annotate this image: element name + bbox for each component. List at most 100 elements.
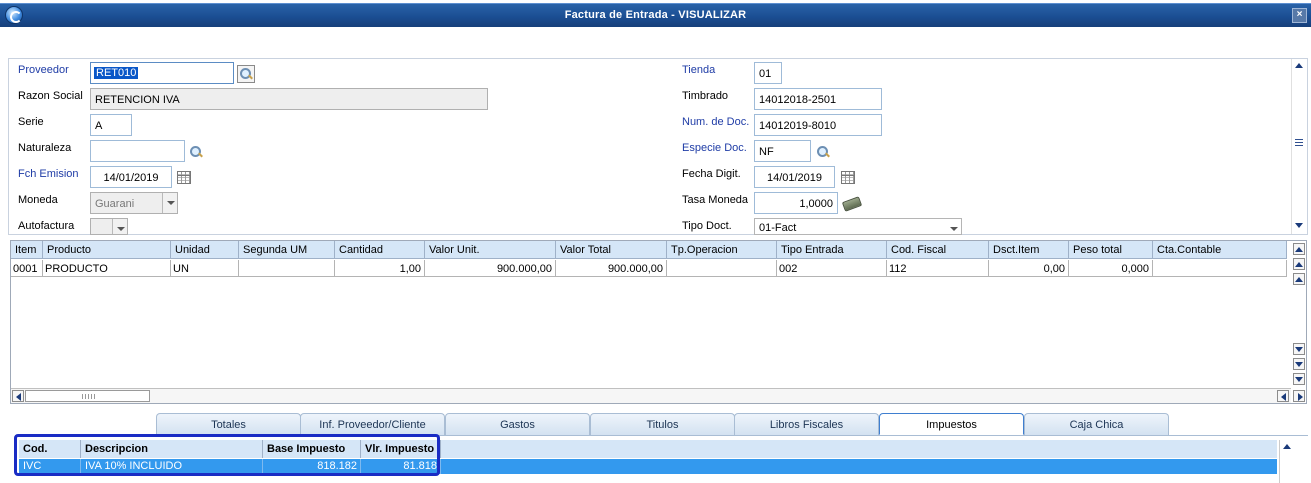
arrow-right-icon bbox=[1298, 393, 1303, 401]
tax-scrollbar[interactable] bbox=[1279, 440, 1294, 483]
scroll-down-button[interactable] bbox=[1293, 343, 1305, 355]
tab-totales[interactable]: Totales bbox=[156, 413, 301, 435]
scroll-right-button[interactable] bbox=[1293, 390, 1305, 402]
especie-doc-input[interactable]: NF bbox=[754, 140, 811, 162]
naturaleza-search-icon[interactable] bbox=[189, 145, 203, 159]
search-icon bbox=[239, 67, 253, 81]
items-grid: Item Producto Unidad Segunda UM Cantidad… bbox=[10, 240, 1307, 404]
calendar-icon[interactable] bbox=[841, 171, 855, 184]
naturaleza-input[interactable] bbox=[90, 140, 185, 162]
proveedor-lookup-button[interactable] bbox=[237, 65, 255, 83]
autofactura-select[interactable] bbox=[90, 218, 128, 235]
cell-dsct-item[interactable]: 0,00 bbox=[989, 260, 1069, 277]
num-doc-label: Num. de Doc. bbox=[682, 116, 750, 128]
column-header[interactable]: Tp.Operacion bbox=[667, 241, 777, 259]
column-header[interactable]: Unidad bbox=[171, 241, 239, 259]
chevron-down-icon[interactable] bbox=[946, 219, 961, 234]
proveedor-input[interactable]: RET010 bbox=[90, 62, 234, 84]
scroll-left-button[interactable] bbox=[12, 390, 24, 402]
scroll-bottom-button[interactable] bbox=[1293, 373, 1305, 385]
chevron-down-icon[interactable] bbox=[162, 193, 177, 213]
cell-cta-contable[interactable] bbox=[1153, 260, 1287, 277]
cell-segunda-um[interactable] bbox=[239, 260, 335, 277]
scroll-up-button[interactable] bbox=[1293, 273, 1305, 285]
form-scrollbar[interactable] bbox=[1291, 59, 1306, 234]
calendar-icon[interactable] bbox=[177, 171, 191, 184]
arrow-page-up-icon bbox=[1295, 262, 1303, 267]
column-header[interactable]: Item bbox=[11, 241, 43, 259]
especie-doc-label: Especie Doc. bbox=[682, 142, 747, 154]
tipo-doct-value: 01-Fact bbox=[759, 222, 797, 234]
column-header[interactable]: Tipo Entrada bbox=[777, 241, 887, 259]
tienda-label: Tienda bbox=[682, 64, 716, 76]
cell-valor-unit[interactable]: 900.000,00 bbox=[425, 260, 556, 277]
cell-valor-total[interactable]: 900.000,00 bbox=[556, 260, 667, 277]
cell-cod-fiscal[interactable]: 112 bbox=[887, 260, 989, 277]
scroll-up-icon[interactable] bbox=[1283, 444, 1291, 449]
cell-producto[interactable]: PRODUCTO bbox=[43, 260, 171, 277]
chevron-down-icon[interactable] bbox=[112, 219, 127, 234]
tab-gastos[interactable]: Gastos bbox=[445, 413, 590, 435]
items-horizontal-scrollbar[interactable] bbox=[11, 388, 1291, 403]
cell-tipo-entrada[interactable]: 002 bbox=[777, 260, 887, 277]
tipo-doct-label: Tipo Doct. bbox=[682, 220, 732, 232]
fch-emision-label: Fch Emision bbox=[18, 168, 79, 180]
razon-social-label: Razon Social bbox=[18, 90, 83, 102]
scroll-up-icon[interactable] bbox=[1295, 63, 1303, 68]
arrow-left-icon bbox=[1281, 393, 1286, 401]
column-header[interactable]: Cantidad bbox=[335, 241, 425, 259]
serie-input[interactable]: A bbox=[90, 114, 132, 136]
column-header[interactable]: Producto bbox=[43, 241, 171, 259]
page-down-button[interactable] bbox=[1293, 358, 1305, 370]
especie-doc-search-icon[interactable] bbox=[816, 145, 830, 159]
window-titlebar: Factura de Entrada - VISUALIZAR × bbox=[0, 3, 1311, 27]
scroll-grip-icon[interactable] bbox=[1295, 139, 1303, 146]
fecha-digit-label: Fecha Digit. bbox=[682, 168, 741, 180]
scroll-thumb[interactable] bbox=[25, 390, 150, 402]
scroll-left-button-right[interactable] bbox=[1277, 390, 1289, 402]
arrow-left-icon bbox=[16, 393, 21, 401]
timbrado-label: Timbrado bbox=[682, 90, 729, 102]
arrow-page-down-icon bbox=[1295, 362, 1303, 367]
tab-impuestos[interactable]: Impuestos bbox=[879, 413, 1024, 435]
arrow-down-icon bbox=[1295, 347, 1303, 352]
tasa-moneda-label: Tasa Moneda bbox=[682, 194, 749, 206]
close-button[interactable]: × bbox=[1292, 8, 1307, 23]
column-header[interactable]: Valor Unit. bbox=[425, 241, 556, 259]
tasa-moneda-input[interactable]: 1,0000 bbox=[754, 192, 838, 214]
cell-peso-total[interactable]: 0,000 bbox=[1069, 260, 1153, 277]
window-title: Factura de Entrada - VISUALIZAR bbox=[564, 9, 747, 21]
cell-cantidad[interactable]: 1,00 bbox=[335, 260, 425, 277]
num-doc-input[interactable]: 14012019-8010 bbox=[754, 114, 882, 136]
header-form bbox=[8, 58, 1308, 235]
moneda-value: Guarani bbox=[95, 198, 135, 210]
tipo-doct-select[interactable]: 01-Fact bbox=[754, 218, 962, 235]
column-header[interactable]: Cod. Fiscal bbox=[887, 241, 989, 259]
annotation-highlight-box bbox=[14, 434, 440, 476]
timbrado-input[interactable]: 14012018-2501 bbox=[754, 88, 882, 110]
proveedor-label: Proveedor bbox=[18, 64, 69, 76]
tienda-input[interactable]: 01 bbox=[754, 62, 782, 84]
serie-label: Serie bbox=[18, 116, 44, 128]
cell-tp-operacion[interactable] bbox=[667, 260, 777, 277]
cell-unidad[interactable]: UN bbox=[171, 260, 239, 277]
column-header[interactable]: Peso total bbox=[1069, 241, 1153, 259]
column-header[interactable]: Cta.Contable bbox=[1153, 241, 1287, 259]
column-header[interactable]: Dsct.Item bbox=[989, 241, 1069, 259]
column-header[interactable]: Segunda UM bbox=[239, 241, 335, 259]
page-up-button[interactable] bbox=[1293, 258, 1305, 270]
tab-titulos[interactable]: Titulos bbox=[590, 413, 735, 435]
tab-inf-proveedor-cliente[interactable]: Inf. Proveedor/Cliente bbox=[300, 413, 445, 435]
tab-caja-chica[interactable]: Caja Chica bbox=[1024, 413, 1169, 435]
moneda-select[interactable]: Guarani bbox=[90, 192, 178, 214]
arrow-up-icon bbox=[1295, 277, 1303, 282]
fecha-digit-input[interactable]: 14/01/2019 bbox=[754, 166, 835, 188]
scroll-top-button[interactable] bbox=[1293, 243, 1305, 255]
scroll-down-icon[interactable] bbox=[1295, 223, 1303, 228]
tab-libros-fiscales[interactable]: Libros Fiscales bbox=[734, 413, 879, 435]
items-grid-header: Item Producto Unidad Segunda UM Cantidad… bbox=[11, 241, 1287, 259]
naturaleza-label: Naturaleza bbox=[18, 142, 72, 154]
cell-item[interactable]: 0001 bbox=[11, 260, 43, 277]
fch-emision-input[interactable]: 14/01/2019 bbox=[90, 166, 172, 188]
column-header[interactable]: Valor Total bbox=[556, 241, 667, 259]
